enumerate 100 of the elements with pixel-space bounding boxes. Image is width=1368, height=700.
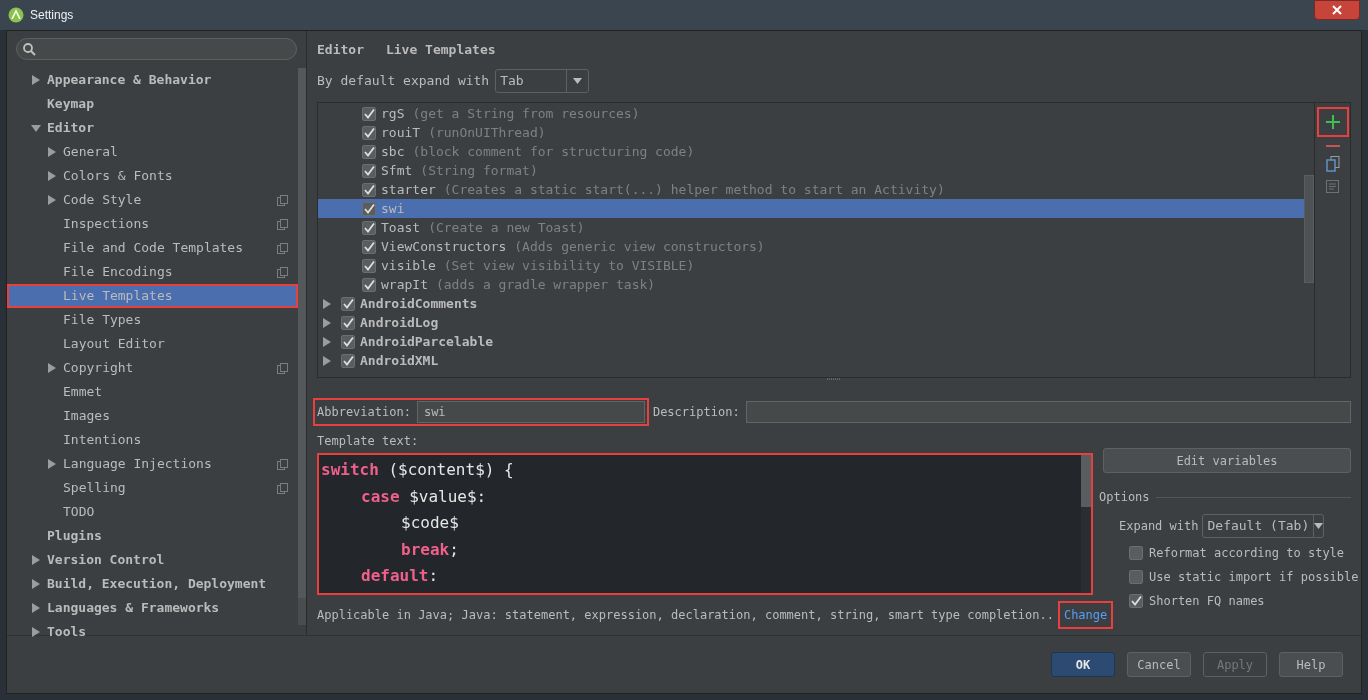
sidebar-item[interactable]: Intentions xyxy=(7,428,298,452)
abbreviation-field[interactable]: swi xyxy=(416,401,645,423)
sidebar-item[interactable]: Keymap xyxy=(7,92,298,116)
sidebar-item[interactable]: Emmet xyxy=(7,380,298,404)
sidebar-item[interactable]: Code Style xyxy=(7,188,298,212)
checkbox[interactable] xyxy=(341,334,355,349)
sidebar-label: Emmet xyxy=(63,383,103,402)
splitter-handle-icon[interactable] xyxy=(827,378,841,381)
text-icon[interactable] xyxy=(1326,180,1339,193)
expand-arrow-icon[interactable] xyxy=(47,459,57,469)
expand-arrow-icon[interactable] xyxy=(322,298,332,309)
checkbox[interactable] xyxy=(362,201,376,216)
remove-icon[interactable] xyxy=(1325,145,1340,148)
sidebar-item[interactable]: Appearance & Behavior xyxy=(7,68,298,92)
expand-arrow-icon[interactable] xyxy=(47,363,57,373)
template-row[interactable]: Sfmt (String format) xyxy=(318,161,1304,180)
sidebar-item[interactable]: File and Code Templates xyxy=(7,236,298,260)
expand-arrow-icon[interactable] xyxy=(31,627,41,637)
checkbox[interactable] xyxy=(1129,594,1143,608)
dialog-button[interactable]: OK xyxy=(1051,652,1115,677)
expand-arrow-icon[interactable] xyxy=(47,171,57,181)
expand-with-dropdown[interactable]: Default (Tab) xyxy=(1202,514,1325,538)
dialog-button[interactable]: Cancel xyxy=(1127,652,1191,677)
sidebar-item[interactable]: Build, Execution, Deployment xyxy=(7,572,298,596)
change-link[interactable]: Change xyxy=(1057,601,1114,629)
expand-arrow-icon[interactable] xyxy=(31,603,41,613)
sidebar-item[interactable]: Images xyxy=(7,404,298,428)
checkbox[interactable] xyxy=(362,239,376,254)
template-row[interactable]: rouiT (runOnUIThread) xyxy=(318,123,1304,142)
expand-arrow-icon[interactable] xyxy=(322,336,332,347)
expand-arrow-icon[interactable] xyxy=(322,355,332,366)
collapse-arrow-icon[interactable] xyxy=(31,123,41,133)
sidebar-item[interactable]: Copyright xyxy=(7,356,298,380)
template-row[interactable]: wrapIt (adds a gradle wrapper task) xyxy=(318,275,1304,294)
template-row[interactable]: visible (Set view visibility to VISIBLE) xyxy=(318,256,1304,275)
sidebar-item[interactable]: Spelling xyxy=(7,476,298,500)
description-field[interactable] xyxy=(745,401,1351,423)
sidebar-item[interactable]: Tools xyxy=(7,620,298,644)
template-group-row[interactable]: AndroidComments xyxy=(318,294,1304,313)
sidebar-item[interactable]: File Encodings xyxy=(7,260,298,284)
template-group-row[interactable]: AndroidXML xyxy=(318,351,1304,370)
checkbox[interactable] xyxy=(362,106,376,121)
checkbox[interactable] xyxy=(362,182,376,197)
sidebar-item[interactable]: File Types xyxy=(7,308,298,332)
checkbox[interactable] xyxy=(362,220,376,235)
copy-icon[interactable] xyxy=(1325,156,1340,172)
expand-dropdown[interactable]: Tab xyxy=(495,69,590,93)
add-button[interactable] xyxy=(1316,107,1349,137)
template-abbreviation: Sfmt xyxy=(381,161,413,180)
expand-arrow-icon[interactable] xyxy=(31,579,41,589)
sidebar-item[interactable]: Plugins xyxy=(7,524,298,548)
sidebar-label: TODO xyxy=(63,503,95,522)
sidebar-item[interactable]: Language Injections xyxy=(7,452,298,476)
edit-variables-button[interactable]: Edit variables xyxy=(1103,448,1351,473)
sidebar-label: Live Templates xyxy=(63,287,173,306)
code-line: switch ($content$) { xyxy=(321,459,515,481)
sidebar-item[interactable]: General xyxy=(7,140,298,164)
dialog-button[interactable]: Help xyxy=(1279,652,1343,677)
sidebar-item[interactable]: TODO xyxy=(7,500,298,524)
template-row[interactable]: starter (Creates a static start(...) helper method to start an Activity) xyxy=(318,180,1304,199)
sidebar-label: Tools xyxy=(47,623,87,642)
sidebar-label: Copyright xyxy=(63,359,134,378)
checkbox[interactable] xyxy=(341,353,355,368)
scrollbar[interactable] xyxy=(1081,455,1091,593)
template-row[interactable]: sbc (block comment for structuring code) xyxy=(318,142,1304,161)
template-row[interactable]: ViewConstructors (Adds generic view constructors) xyxy=(318,237,1304,256)
description-label: Description: xyxy=(652,404,740,421)
checkbox[interactable] xyxy=(1129,570,1143,584)
sidebar-label: Layout Editor xyxy=(63,335,165,354)
checkbox[interactable] xyxy=(341,296,355,311)
checkbox[interactable] xyxy=(362,125,376,140)
expand-arrow-icon[interactable] xyxy=(31,75,41,85)
checkbox[interactable] xyxy=(1129,546,1143,560)
template-group-row[interactable]: AndroidLog xyxy=(318,313,1304,332)
sidebar-item[interactable]: Version Control xyxy=(7,548,298,572)
checkbox[interactable] xyxy=(341,315,355,330)
sidebar-item[interactable]: Layout Editor xyxy=(7,332,298,356)
sidebar-label: Spelling xyxy=(63,479,126,498)
expand-arrow-icon[interactable] xyxy=(47,195,57,205)
template-row[interactable]: Toast (Create a new Toast) xyxy=(318,218,1304,237)
close-button[interactable] xyxy=(1314,0,1360,20)
checkbox[interactable] xyxy=(362,144,376,159)
sidebar-label: File and Code Templates xyxy=(63,239,243,258)
expand-arrow-icon[interactable] xyxy=(322,317,332,328)
scrollbar[interactable] xyxy=(298,68,306,625)
expand-arrow-icon[interactable] xyxy=(47,147,57,157)
sidebar-item[interactable]: Languages & Frameworks xyxy=(7,596,298,620)
template-editor[interactable]: switch ($content$) { case $value$: $code$ break; default: xyxy=(317,453,1093,595)
template-row[interactable]: rgS (get a String from resources) xyxy=(318,104,1304,123)
expand-arrow-icon[interactable] xyxy=(31,555,41,565)
checkbox[interactable] xyxy=(362,258,376,273)
template-group-row[interactable]: AndroidParcelable xyxy=(318,332,1304,351)
sidebar-item[interactable]: Editor xyxy=(7,116,298,140)
sidebar-label: General xyxy=(63,143,118,162)
sidebar-item[interactable]: Inspections xyxy=(7,212,298,236)
sidebar-label: Plugins xyxy=(47,527,102,546)
checkbox[interactable] xyxy=(362,277,376,292)
search-field[interactable] xyxy=(16,38,297,60)
checkbox[interactable] xyxy=(362,163,376,178)
sidebar-item[interactable]: Colors & Fonts xyxy=(7,164,298,188)
